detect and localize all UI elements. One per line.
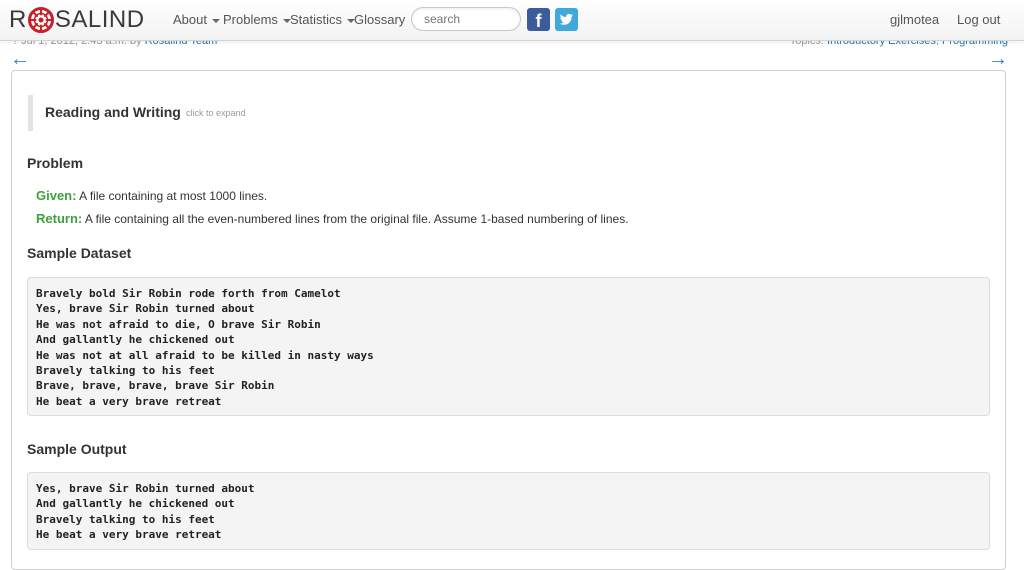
nav-statistics-menu[interactable]: Statistics <box>290 12 356 27</box>
sample-dataset-box[interactable]: Bravely bold Sir Robin rode forth from C… <box>27 277 990 416</box>
sample-dataset-heading: Sample Dataset <box>27 245 132 261</box>
nav-glossary-link[interactable]: Glossary <box>354 12 405 27</box>
nav-problems-label: Problems <box>223 12 278 27</box>
user-profile-link[interactable]: gjlmotea <box>890 12 939 27</box>
code-line: Bravely talking to his feet <box>36 512 215 526</box>
code-line: And gallantly he chickened out <box>36 497 235 511</box>
return-label: Return: <box>36 211 83 226</box>
expand-hint[interactable]: click to expand <box>186 108 246 118</box>
problem-panel: Reading and Writing click to expand Prob… <box>11 70 1006 570</box>
rosalind-logo[interactable]: R SALIND <box>9 4 145 36</box>
code-line: Brave, brave, brave, brave Sir Robin <box>36 379 275 393</box>
given-label: Given: <box>36 188 77 203</box>
nav-about-label: About <box>173 12 207 27</box>
sample-output-box[interactable]: Yes, brave Sir Robin turned about And ga… <box>27 472 990 550</box>
code-line: He beat a very brave retreat <box>36 528 222 542</box>
sample-output-heading: Sample Output <box>27 441 127 457</box>
given-text: A file containing at most 1000 lines. <box>76 189 268 203</box>
rosalind-wheel-icon <box>27 7 54 33</box>
chevron-down-icon <box>211 18 220 23</box>
facebook-icon[interactable]: f <box>527 8 550 31</box>
logout-link[interactable]: Log out <box>957 12 1000 27</box>
code-line: He was not at all afraid to be killed in… <box>36 348 374 362</box>
code-line: Bravely bold Sir Robin rode forth from C… <box>36 287 341 300</box>
top-navbar: R SALIND About Problems Statistics Gloss… <box>0 0 1024 41</box>
twitter-bird-icon <box>559 13 573 25</box>
left-arrow-icon[interactable]: ← <box>10 47 30 71</box>
logo-letter-r: R <box>9 6 27 33</box>
given-line: Given: A file containing at most 1000 li… <box>36 188 267 203</box>
twitter-icon[interactable] <box>555 8 578 31</box>
problem-title-block[interactable]: Reading and Writing click to expand <box>28 95 993 131</box>
problem-heading: Problem <box>27 155 84 171</box>
return-text: A file containing all the even-numbered … <box>82 212 629 226</box>
nav-about-menu[interactable]: About <box>173 12 220 27</box>
problem-title: Reading and Writing <box>45 104 181 120</box>
return-line: Return: A file containing all the even-n… <box>36 211 629 226</box>
code-line: Yes, brave Sir Robin turned about <box>36 482 255 495</box>
code-line: And gallantly he chickened out <box>36 333 235 347</box>
code-line: Yes, brave Sir Robin turned about <box>36 302 255 316</box>
logo-word-salind: SALIND <box>54 6 145 33</box>
right-arrow-icon[interactable]: → <box>988 47 1008 71</box>
code-line: Bravely talking to his feet <box>36 364 215 378</box>
code-line: He was not afraid to die, O brave Sir Ro… <box>36 317 321 331</box>
nav-problems-menu[interactable]: Problems <box>223 12 291 27</box>
search-input[interactable] <box>411 7 521 31</box>
code-line: He beat a very brave retreat <box>36 394 222 408</box>
nav-statistics-label: Statistics <box>290 12 343 27</box>
